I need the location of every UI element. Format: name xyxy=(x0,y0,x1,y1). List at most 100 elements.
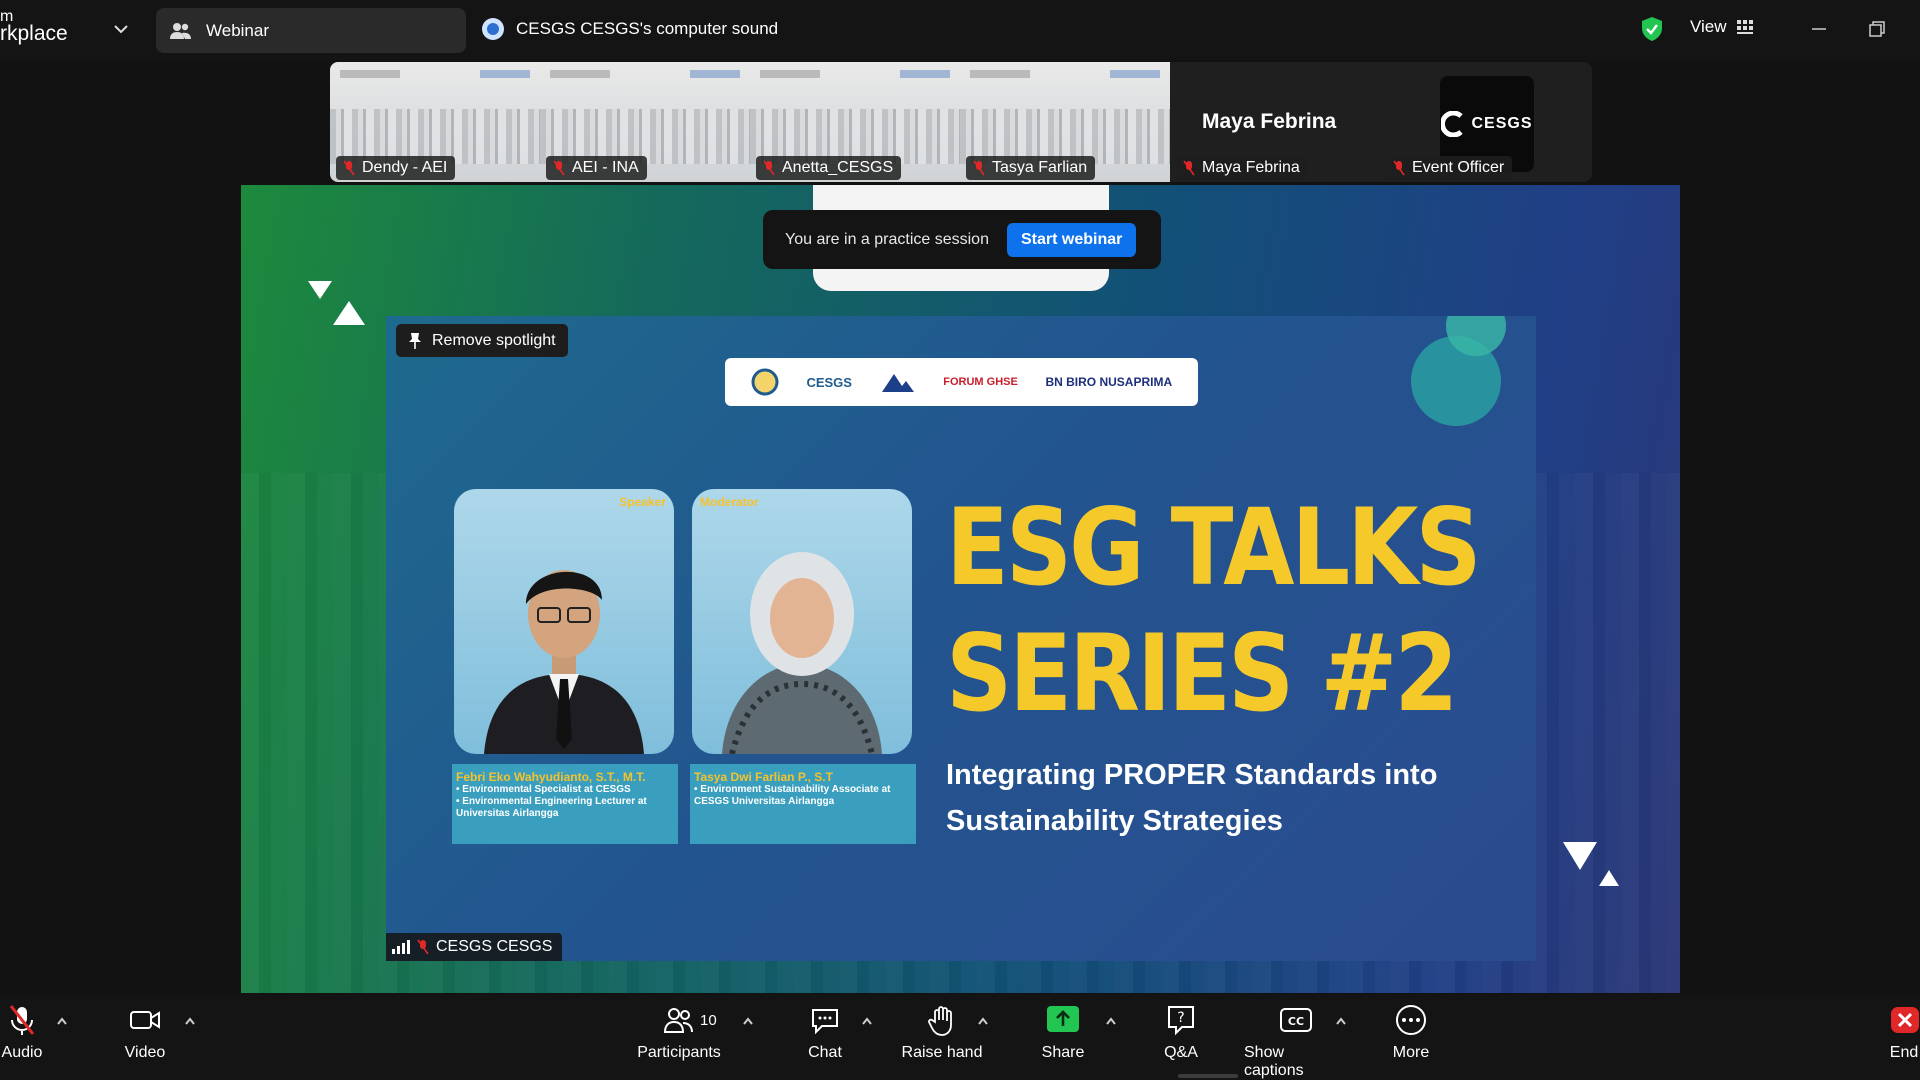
chevron-up-icon[interactable] xyxy=(977,1016,989,1026)
mic-off-icon xyxy=(1393,160,1405,176)
start-webinar-button[interactable]: Start webinar xyxy=(1006,222,1137,257)
speaker-name: Febri Eko Wahyudianto, S.T., M.T. xyxy=(456,770,646,784)
restore-icon[interactable] xyxy=(1866,18,1888,40)
sponsor-logos: CESGS FORUM GHSE BN BIRO NUSAPRIMA xyxy=(725,358,1198,406)
audio-label: Audio xyxy=(1,1044,43,1061)
shared-screen: You are in a practice session Start webi… xyxy=(241,185,1680,993)
video-tile[interactable]: Dendy - AEI xyxy=(330,62,540,182)
chevron-up-icon[interactable] xyxy=(1105,1016,1117,1026)
tile-name-tag: Tasya Farlian xyxy=(966,156,1096,180)
share-button[interactable]: Share xyxy=(1040,1004,1086,1062)
speaker-caption: Febri Eko Wahyudianto, S.T., M.T. Enviro… xyxy=(452,764,678,844)
chat-button[interactable]: Chat xyxy=(804,1004,846,1062)
mic-off-icon xyxy=(1183,160,1195,176)
audio-source[interactable]: CESGS CESGS's computer sound xyxy=(482,18,778,40)
pin-icon xyxy=(409,332,421,349)
qa-button[interactable]: ? Q&A xyxy=(1162,1004,1200,1062)
video-tile-event-officer[interactable]: CESGS Event Officer xyxy=(1380,62,1592,182)
chevron-down-icon[interactable] xyxy=(112,20,130,38)
video-camera-icon xyxy=(130,1011,160,1029)
grid-icon xyxy=(1736,20,1753,34)
share-screen-icon xyxy=(1047,1006,1079,1032)
participant-strip: Dendy - AEI AEI - INA Anetta_CESGS Tasya… xyxy=(330,62,1592,182)
slide-title-line2: SERIES #2 xyxy=(946,612,1458,736)
mic-off-icon xyxy=(553,160,565,176)
brand-line2: rkplace xyxy=(0,22,68,45)
video-tile-maya[interactable]: Maya Febrina Maya Febrina xyxy=(1170,62,1380,182)
moderator-role-label: Moderator xyxy=(700,495,759,509)
video-tile[interactable]: Tasya Farlian xyxy=(960,62,1170,182)
triangle-decoration xyxy=(333,301,365,325)
moderator-name: Tasya Dwi Farlian P., S.T xyxy=(694,770,833,784)
spotlight-name-tag: CESGS CESGS xyxy=(386,933,563,961)
meeting-toolbar: Audio Video Participants 10 Chat Raise h… xyxy=(0,994,1920,1080)
view-label: View xyxy=(1690,17,1727,36)
signal-bars-icon xyxy=(392,940,410,954)
show-captions-label: Show captions xyxy=(1244,1044,1304,1079)
chevron-up-icon[interactable] xyxy=(1335,1016,1347,1026)
speaker-bullet: Environmental Engineering Lecturer at Un… xyxy=(456,796,674,820)
moderator-desc: Environment Sustainability Associate at … xyxy=(694,784,912,808)
spotlight-speaker-name: CESGS CESGS xyxy=(436,938,553,955)
remove-spotlight-button[interactable]: Remove spotlight xyxy=(396,324,568,357)
question-bubble-icon: ? xyxy=(1168,1006,1194,1036)
triangle-decoration xyxy=(308,281,332,299)
speaker-bullet: Environmental Specialist at CESGS xyxy=(456,784,674,796)
audio-button[interactable]: Audio xyxy=(0,1004,44,1062)
video-tile[interactable]: AEI - INA xyxy=(540,62,750,182)
chevron-up-icon[interactable] xyxy=(742,1016,754,1026)
chevron-up-icon[interactable] xyxy=(56,1016,68,1026)
people-icon xyxy=(170,22,191,39)
moderator-photo: Moderator xyxy=(692,489,912,754)
participant-name: Tasya Farlian xyxy=(992,159,1088,176)
speaker-role-label: Speaker xyxy=(619,495,666,509)
chevron-up-icon[interactable] xyxy=(861,1016,873,1026)
mic-off-icon xyxy=(9,1005,35,1035)
more-label: More xyxy=(1392,1044,1430,1061)
svg-text:?: ? xyxy=(1177,1010,1184,1026)
view-button[interactable]: View xyxy=(1690,17,1753,37)
logo-biro-nusaprima: BN BIRO NUSAPRIMA xyxy=(1045,375,1173,389)
chevron-up-icon[interactable] xyxy=(184,1016,196,1026)
sound-icon xyxy=(482,18,504,40)
zoom-window: m rkplace Webinar CESGS CESGS's computer… xyxy=(0,0,1920,1080)
more-button[interactable]: More xyxy=(1390,1004,1432,1062)
practice-session-banner: You are in a practice session Start webi… xyxy=(763,210,1161,269)
participant-name: Anetta_CESGS xyxy=(782,159,894,176)
webinar-tab[interactable]: Webinar xyxy=(156,8,466,53)
tile-name-tag: Anetta_CESGS xyxy=(756,156,902,180)
participants-icon xyxy=(663,1008,693,1033)
moderator-portrait xyxy=(722,552,882,754)
participant-name: Event Officer xyxy=(1412,159,1505,176)
end-button[interactable]: End xyxy=(1888,1004,1920,1062)
spotlight-video[interactable]: Remove spotlight CESGS FORUM GHSE BN BIR… xyxy=(386,316,1536,961)
logo-forum-ghse: FORUM GHSE xyxy=(943,376,1018,388)
minimize-icon[interactable] xyxy=(1808,18,1830,40)
aei-mountain-icon xyxy=(881,374,914,392)
tile-name-tag: Event Officer xyxy=(1386,156,1513,180)
slide-title-line1: ESG TALKS xyxy=(946,486,1482,610)
hand-icon xyxy=(928,1006,952,1036)
video-tile[interactable]: Anetta_CESGS xyxy=(750,62,960,182)
practice-session-text: You are in a practice session xyxy=(785,230,989,248)
tile-display-name: Maya Febrina xyxy=(1202,110,1337,133)
tile-name-tag: AEI - INA xyxy=(546,156,647,180)
share-label: Share xyxy=(1041,1044,1085,1061)
cc-icon: CC xyxy=(1280,1008,1312,1032)
participant-name: AEI - INA xyxy=(572,159,639,176)
video-button[interactable]: Video xyxy=(120,1004,170,1062)
participant-name: Maya Febrina xyxy=(1202,159,1300,176)
university-seal-icon xyxy=(751,368,779,396)
show-captions-button[interactable]: CC Show captions xyxy=(1244,1004,1348,1080)
qa-label: Q&A xyxy=(1164,1044,1198,1061)
mic-off-icon xyxy=(343,160,355,176)
shield-check-icon[interactable] xyxy=(1640,16,1664,42)
raise-hand-button[interactable]: Raise hand xyxy=(900,1004,984,1062)
slide-subtitle: Integrating PROPER Standards into Sustai… xyxy=(946,759,1438,837)
participants-count: 10 xyxy=(700,1012,717,1029)
participant-name: Dendy - AEI xyxy=(362,159,448,176)
more-dots-icon xyxy=(1396,1005,1426,1035)
app-brand: m rkplace xyxy=(0,9,110,45)
svg-text:CC: CC xyxy=(1288,1015,1304,1028)
mic-off-icon xyxy=(763,160,775,176)
